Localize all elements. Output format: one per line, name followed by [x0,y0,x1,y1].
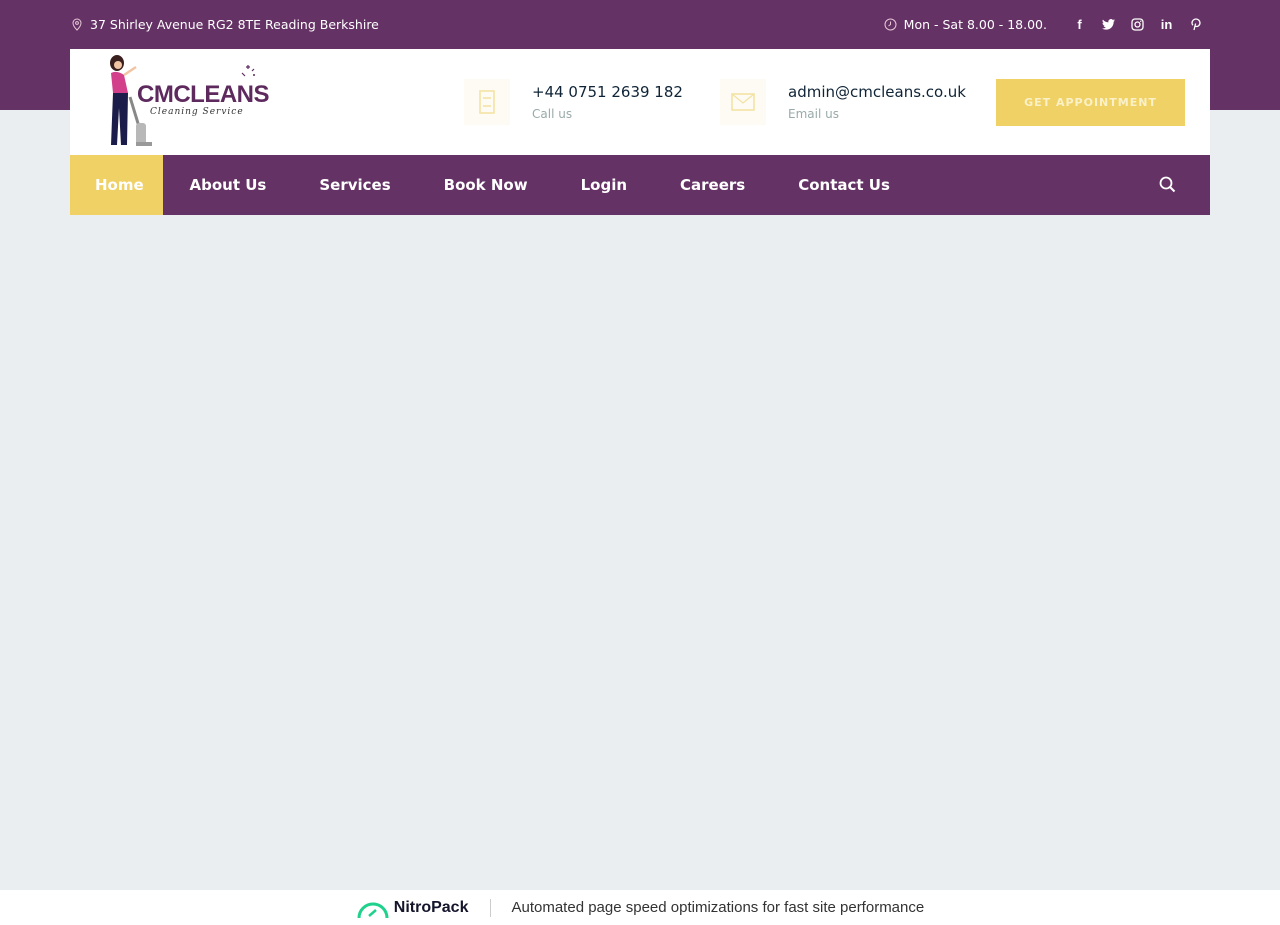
pinterest-icon[interactable] [1181,17,1210,31]
nitropack-badge[interactable]: NitroPack Automated page speed optimizat… [356,898,924,918]
email-label: Email us [788,107,839,121]
twitter-icon[interactable] [1094,18,1123,30]
nav-item-login[interactable]: Login [554,155,653,215]
map-pin-icon [70,17,84,31]
phone-label: Call us [532,107,573,121]
address-text: 37 Shirley Avenue RG2 8TE Reading Berksh… [90,16,379,32]
address-block: 37 Shirley Avenue RG2 8TE Reading Berksh… [70,17,379,32]
instagram-icon[interactable] [1123,17,1152,31]
nav-item-careers[interactable]: Careers [654,155,772,215]
nitropack-badge-bar: NitroPack Automated page speed optimizat… [0,890,1280,925]
nav-item-services[interactable]: Services [293,155,417,215]
nitropack-brand: NitroPack [393,898,469,916]
email-contact[interactable]: admin@cmcleans.co.uk Email us [720,79,966,125]
site-logo[interactable]: CMCLEANS Cleaning Service [100,51,270,153]
phone-contact[interactable]: +44 0751 2639 182 Call us [464,79,683,125]
logo-subtitle: Cleaning Service [150,107,244,117]
social-links: f in [1065,17,1210,32]
top-info-bar: 37 Shirley Avenue RG2 8TE Reading Berksh… [70,0,1210,48]
nitropack-tagline: Automated page speed optimizations for f… [511,899,925,916]
phone-number[interactable]: +44 0751 2639 182 [532,83,683,101]
sparkle-icon [241,65,255,77]
phone-icon [464,79,510,125]
envelope-icon [720,79,766,125]
clock-icon [884,17,898,31]
linkedin-icon[interactable]: in [1152,17,1181,32]
email-address[interactable]: admin@cmcleans.co.uk [788,83,966,101]
logo-title: CMCLEANS [137,81,270,108]
main-navigation: Home About Us Services Book Now Login Ca… [70,155,1210,215]
nav-item-about-us[interactable]: About Us [163,155,293,215]
separator [490,898,492,917]
hours-text: Mon - Sat 8.00 - 18.00. [903,16,1047,32]
nav-item-contact-us[interactable]: Contact Us [772,155,917,215]
get-appointment-button[interactable]: Get Appointment [996,79,1185,126]
nav-item-book-now[interactable]: Book Now [417,155,554,215]
speedometer-icon [357,902,389,918]
nitropack-logo: NitroPack [356,898,469,918]
nav-item-home[interactable]: Home [70,155,163,215]
site-header: CMCLEANS Cleaning Service +44 0751 2639 … [70,49,1210,155]
facebook-icon[interactable]: f [1065,17,1094,32]
search-icon[interactable] [1158,175,1178,195]
